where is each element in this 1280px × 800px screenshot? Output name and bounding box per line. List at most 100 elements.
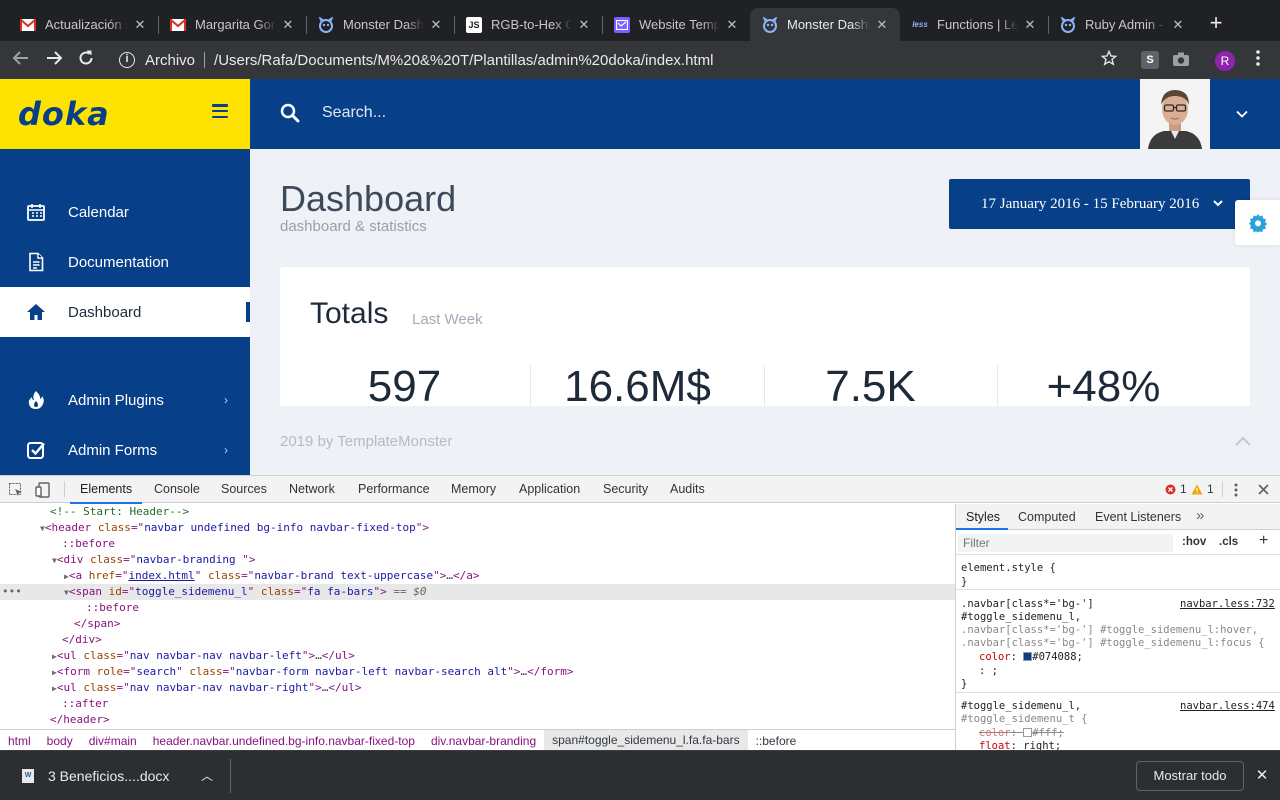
dom-line[interactable]: ▶<a href="index.html" class="navbar-bran… bbox=[0, 568, 955, 584]
color-swatch[interactable] bbox=[1023, 728, 1033, 737]
style-rule-selector[interactable]: element.style { bbox=[961, 562, 1056, 574]
sidebar-item-admin-plugins[interactable]: Admin Plugins › bbox=[0, 375, 250, 425]
style-rule-selector[interactable]: #toggle_sidemenu_l, bbox=[961, 611, 1081, 623]
device-toolbar-icon[interactable] bbox=[35, 482, 51, 498]
breadcrumb-item[interactable]: div#main bbox=[81, 734, 145, 748]
style-declaration-empty[interactable]: : ; bbox=[979, 665, 998, 677]
sidebar-item-admin-forms[interactable]: Admin Forms › bbox=[0, 425, 250, 475]
tab-memory[interactable]: Memory bbox=[451, 482, 496, 496]
user-avatar[interactable] bbox=[1140, 79, 1210, 149]
back-icon[interactable] bbox=[10, 50, 32, 70]
tab-computed[interactable]: Computed bbox=[1018, 510, 1076, 524]
close-shelf-icon[interactable]: ✕ bbox=[1253, 766, 1271, 784]
style-rule-selector[interactable]: #toggle_sidemenu_l, bbox=[961, 700, 1081, 712]
forward-icon[interactable] bbox=[43, 50, 65, 70]
add-rule-icon[interactable]: + bbox=[1259, 532, 1268, 550]
dom-line[interactable]: ::after bbox=[0, 696, 955, 712]
tab-elements[interactable]: Elements bbox=[69, 482, 143, 504]
close-tab-icon[interactable]: ✕ bbox=[428, 17, 444, 33]
dom-line[interactable]: ▶<ul class="nav navbar-nav navbar-right"… bbox=[0, 680, 955, 696]
close-tab-icon[interactable]: ✕ bbox=[1170, 17, 1186, 33]
dom-line[interactable]: <!-- Start: Header--> bbox=[0, 504, 955, 520]
tab-performance[interactable]: Performance bbox=[358, 482, 430, 496]
browser-tab[interactable]: JS RGB-to-Hex Converter ✕ bbox=[454, 8, 602, 41]
style-rule-selector[interactable]: #toggle_sidemenu_t { bbox=[961, 713, 1087, 725]
dom-line[interactable]: ▼<div class="navbar-branding "> bbox=[0, 552, 955, 568]
inspect-element-icon[interactable] bbox=[9, 483, 23, 497]
browser-tab[interactable]: Margarita González ✕ bbox=[158, 8, 306, 41]
close-tab-icon[interactable]: ✕ bbox=[576, 17, 592, 33]
chevron-up-icon[interactable] bbox=[1235, 436, 1251, 446]
browser-tab[interactable]: Actualización sobre ✕ bbox=[8, 8, 158, 41]
browser-tab-active[interactable]: Monster Dashboard ✕ bbox=[750, 8, 900, 41]
error-counter[interactable]: 1 bbox=[1165, 482, 1187, 496]
dom-line-selected[interactable]: ••• ▼<span id="toggle_sidemenu_l" class="… bbox=[0, 584, 955, 600]
browser-tab[interactable]: Monster Dashboard ✕ bbox=[306, 8, 454, 41]
breadcrumb-item[interactable]: body bbox=[39, 734, 81, 748]
tab-audits[interactable]: Audits bbox=[670, 482, 705, 496]
close-tab-icon[interactable]: ✕ bbox=[132, 17, 148, 33]
date-range-picker[interactable]: 17 January 2016 - 15 February 2016 bbox=[949, 179, 1250, 229]
cls-toggle[interactable]: .cls bbox=[1219, 536, 1238, 548]
close-tab-icon[interactable]: ✕ bbox=[1022, 17, 1038, 33]
sidebar-item-dashboard[interactable]: Dashboard bbox=[0, 287, 250, 337]
tab-application[interactable]: Application bbox=[519, 482, 580, 496]
style-declaration-overridden[interactable]: color: #fff; bbox=[979, 727, 1064, 739]
new-tab-icon[interactable]: + bbox=[1206, 12, 1226, 36]
download-item[interactable]: W 3 Beneficios....docx bbox=[22, 768, 169, 784]
dom-tree[interactable]: <!-- Start: Header--> ▼<header class="na… bbox=[0, 504, 955, 729]
sidebar-item-calendar[interactable]: Calendar bbox=[0, 187, 250, 237]
devtools-menu-icon[interactable] bbox=[1234, 483, 1238, 497]
hamburger-menu-icon[interactable] bbox=[212, 104, 228, 118]
chrome-menu-icon[interactable] bbox=[1247, 50, 1269, 70]
breadcrumb-item[interactable]: ::before bbox=[748, 734, 805, 748]
close-devtools-icon[interactable] bbox=[1258, 484, 1269, 495]
chevron-up-icon[interactable]: ︿ bbox=[201, 767, 213, 784]
dom-line[interactable]: </header> bbox=[0, 712, 955, 728]
info-icon[interactable]: i bbox=[119, 52, 135, 68]
extension-s-icon[interactable]: S bbox=[1141, 51, 1159, 69]
breadcrumb-item[interactable]: html bbox=[0, 734, 39, 748]
tab-network[interactable]: Network bbox=[289, 482, 335, 496]
settings-button[interactable] bbox=[1235, 200, 1280, 245]
dom-line[interactable]: </span> bbox=[0, 616, 955, 632]
close-tab-icon[interactable]: ✕ bbox=[280, 17, 296, 33]
browser-tab[interactable]: less Functions | Less ✕ bbox=[900, 8, 1048, 41]
dom-line[interactable]: </div> bbox=[0, 632, 955, 648]
show-all-button[interactable]: Mostrar todo bbox=[1136, 761, 1244, 791]
chevron-down-icon[interactable] bbox=[1235, 107, 1249, 121]
breadcrumb-item[interactable]: header.navbar.undefined.bg-info.navbar-f… bbox=[145, 734, 423, 748]
style-declaration[interactable]: color: #074088; bbox=[979, 651, 1083, 663]
style-rule-selector[interactable]: .navbar[class*='bg-'] #toggle_sidemenu_l… bbox=[961, 624, 1258, 636]
search-input[interactable] bbox=[322, 101, 722, 125]
style-source-link[interactable]: navbar.less:474 bbox=[1180, 700, 1275, 712]
browser-tab[interactable]: Ruby Admin - Admin ✕ bbox=[1048, 8, 1196, 41]
camera-icon[interactable] bbox=[1172, 51, 1190, 69]
dom-line[interactable]: ▶<ul class="nav navbar-nav navbar-left">… bbox=[0, 648, 955, 664]
tab-event-listeners[interactable]: Event Listeners bbox=[1095, 510, 1181, 524]
browser-tab[interactable]: Website Templates ✕ bbox=[602, 8, 750, 41]
address-url[interactable]: /Users/Rafa/Documents/M%20&%20T/Plantill… bbox=[214, 52, 713, 69]
tab-sources[interactable]: Sources bbox=[221, 482, 267, 496]
style-rule-selector[interactable]: .navbar[class*='bg-'] bbox=[961, 598, 1094, 610]
tab-console[interactable]: Console bbox=[154, 482, 200, 496]
close-tab-icon[interactable]: ✕ bbox=[724, 17, 740, 33]
breadcrumb-item[interactable]: div.navbar-branding bbox=[423, 734, 544, 748]
styles-filter-input[interactable] bbox=[958, 534, 1173, 552]
dom-line[interactable]: ::before bbox=[0, 600, 955, 616]
tab-styles[interactable]: Styles bbox=[966, 510, 1000, 524]
bookmark-star-icon[interactable] bbox=[1098, 49, 1120, 70]
sidebar-item-documentation[interactable]: Documentation bbox=[0, 237, 250, 287]
warning-counter[interactable]: 1 bbox=[1191, 482, 1214, 496]
dom-line[interactable]: ▶<form role="search" class="navbar-form … bbox=[0, 664, 955, 680]
reload-icon[interactable] bbox=[75, 50, 97, 70]
style-rule-selector[interactable]: .navbar[class*='bg-'] #toggle_sidemenu_l… bbox=[961, 637, 1264, 649]
hov-toggle[interactable]: :hov bbox=[1182, 536, 1206, 548]
tab-security[interactable]: Security bbox=[603, 482, 648, 496]
address-bar[interactable]: i Archivo /Users/Rafa/Documents/M%20&%20… bbox=[110, 46, 1134, 74]
close-tab-icon[interactable]: ✕ bbox=[874, 17, 890, 33]
more-tabs-icon[interactable]: » bbox=[1196, 507, 1204, 524]
profile-avatar[interactable]: R bbox=[1215, 51, 1235, 71]
breadcrumb-item-selected[interactable]: span#toggle_sidemenu_l.fa.fa-bars bbox=[544, 730, 748, 751]
doka-logo[interactable]: doka bbox=[18, 95, 110, 133]
